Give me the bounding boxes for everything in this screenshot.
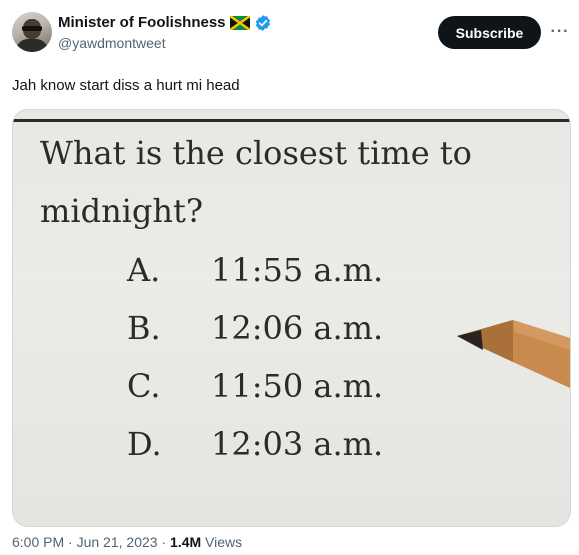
meta-separator: · xyxy=(68,534,73,550)
views-label: Views xyxy=(205,534,243,550)
tweet-text: Jah know start diss a hurt mi head xyxy=(12,77,240,94)
paper-rule-line xyxy=(13,119,570,122)
option-time: 11:50 a.m. xyxy=(211,367,384,405)
more-options-icon[interactable]: ··· xyxy=(548,18,572,46)
pencil-tip-icon xyxy=(457,320,570,388)
author-name-row[interactable]: Minister of Foolishness xyxy=(58,13,272,33)
option-b: B. 12:06 a.m. xyxy=(127,308,383,348)
verified-badge-icon xyxy=(255,15,270,31)
question-line-1: What is the closest time to xyxy=(40,134,472,172)
avatar[interactable] xyxy=(12,12,52,52)
option-time: 11:55 a.m. xyxy=(211,251,384,289)
tweet-header: Minister of Foolishness @yawdmontweet Su… xyxy=(0,0,579,70)
option-time: 12:06 a.m. xyxy=(211,309,384,347)
meta-separator: · xyxy=(161,534,167,550)
option-letter: C. xyxy=(127,367,161,405)
author-handle[interactable]: @yawdmontweet xyxy=(58,34,166,52)
quiz-question: What is the closest time to midnight? xyxy=(40,124,472,240)
author-display-name[interactable]: Minister of Foolishness xyxy=(58,13,226,33)
tweet-photo[interactable]: What is the closest time to midnight? A.… xyxy=(12,109,571,527)
option-letter: A. xyxy=(127,251,161,289)
avatar-sunglasses xyxy=(22,26,42,31)
tweet-date[interactable]: Jun 21, 2023 xyxy=(77,534,158,550)
jamaica-flag-icon xyxy=(229,16,250,30)
tweet-meta: 6:00 PM · Jun 21, 2023 · 1.4M Views xyxy=(12,533,242,551)
views-count: 1.4M xyxy=(170,534,202,550)
option-time: 12:03 a.m. xyxy=(211,425,384,463)
option-a: A. 11:55 a.m. xyxy=(127,250,383,290)
question-line-2: midnight? xyxy=(40,192,204,230)
option-letter: B. xyxy=(127,309,161,347)
option-d: D. 12:03 a.m. xyxy=(127,424,383,464)
subscribe-button[interactable]: Subscribe xyxy=(438,16,541,49)
avatar-shirt xyxy=(16,39,48,52)
tweet-time[interactable]: 6:00 PM xyxy=(12,534,64,550)
option-c: C. 11:50 a.m. xyxy=(127,366,383,406)
option-letter: D. xyxy=(127,425,162,463)
